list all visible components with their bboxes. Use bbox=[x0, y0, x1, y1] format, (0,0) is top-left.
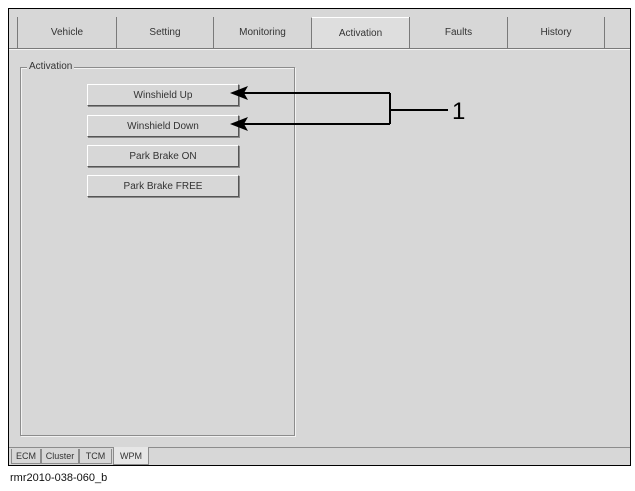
callout-annotation: 1 bbox=[230, 86, 465, 131]
callout-lines bbox=[244, 92, 448, 125]
figure-caption: rmr2010-038-060_b bbox=[10, 472, 108, 484]
callout-number: 1 bbox=[452, 98, 465, 125]
